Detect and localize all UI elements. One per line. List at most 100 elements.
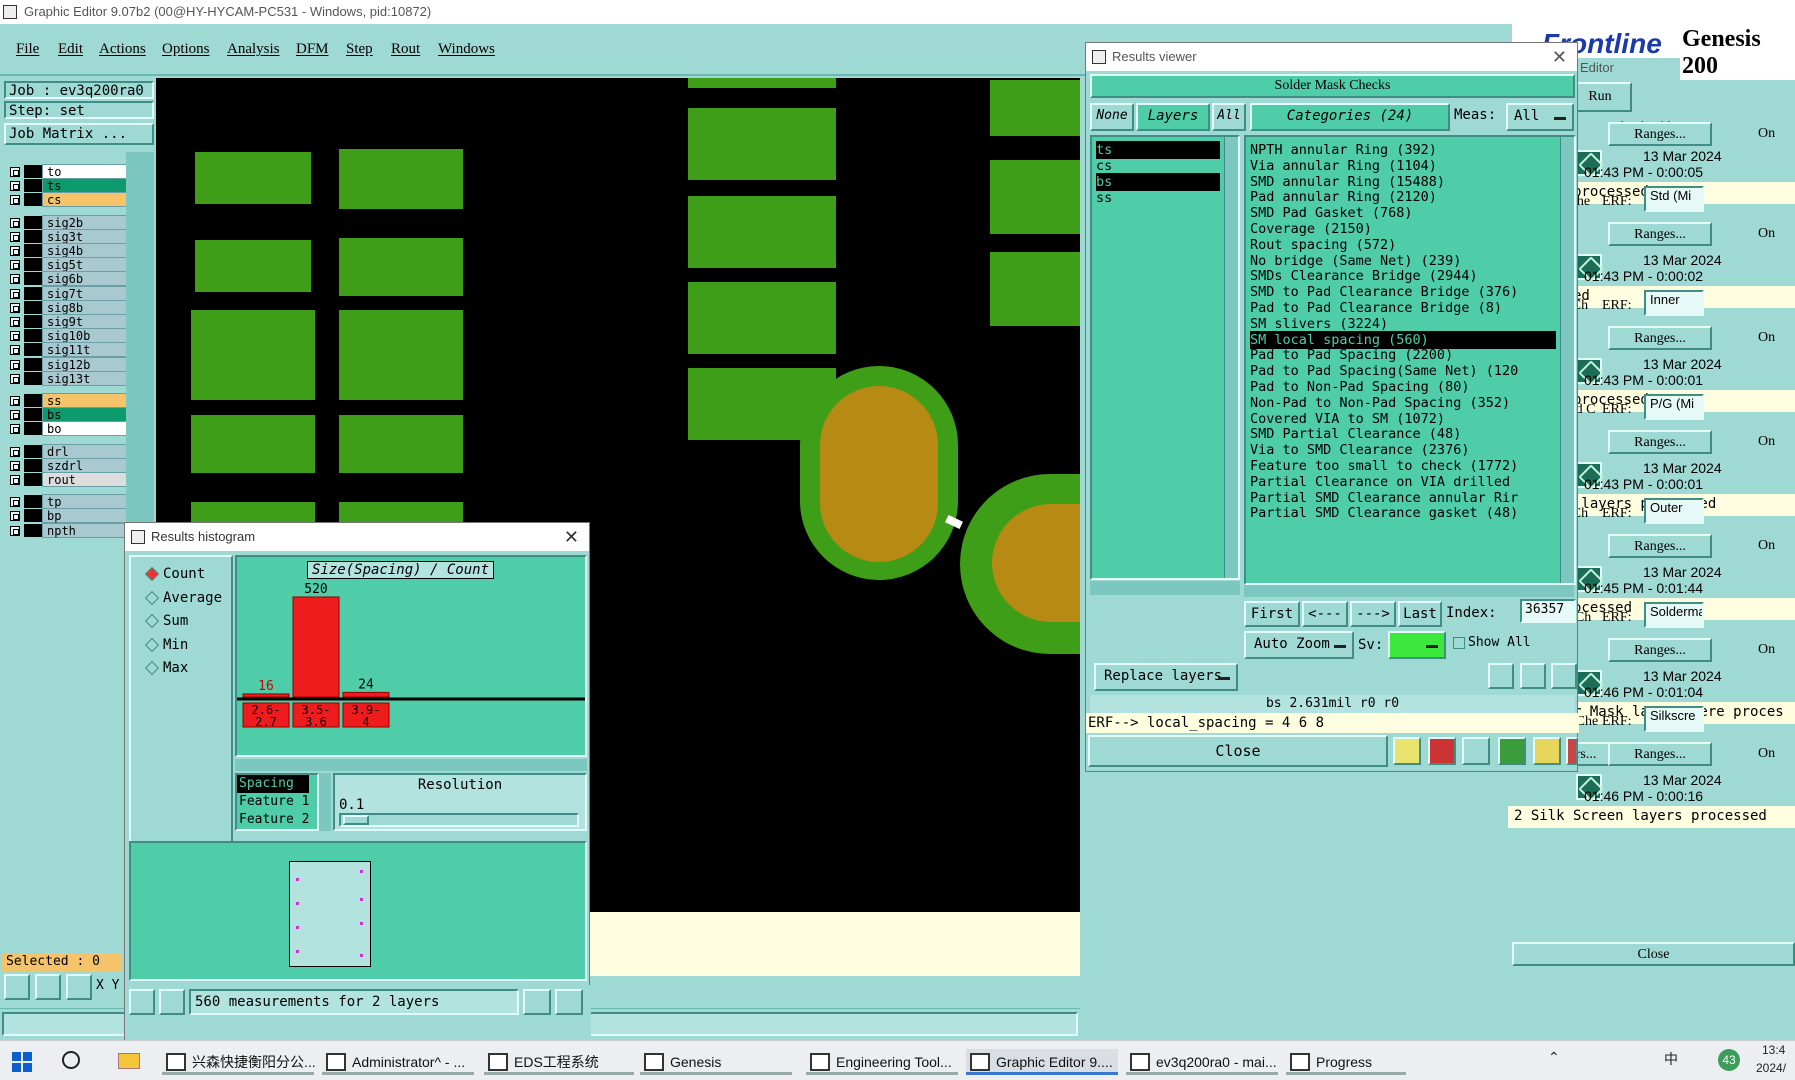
erf-value[interactable]: Std (Mi: [1644, 186, 1704, 212]
layer-row-10[interactable]: sig9t: [6, 314, 128, 329]
layer-checkbox[interactable]: [10, 460, 20, 471]
ref-icon[interactable]: [159, 989, 185, 1015]
erf-value[interactable]: P/G (Mi: [1644, 394, 1704, 420]
layer-checkbox[interactable]: [10, 345, 20, 356]
prev-icon[interactable]: [523, 989, 551, 1015]
layer-row-22[interactable]: bp: [6, 508, 128, 524]
meas-dropdown[interactable]: All: [1506, 103, 1574, 131]
spacing-item[interactable]: Feature 1: [237, 793, 317, 811]
category-list-scrollbar[interactable]: [1560, 137, 1574, 583]
resolution-slider[interactable]: [339, 813, 579, 827]
layer-checkbox[interactable]: [10, 359, 20, 370]
layer-row-15[interactable]: ss: [6, 393, 128, 408]
layer-row-11[interactable]: sig10b: [6, 328, 128, 344]
mode-radio-max[interactable]: Max: [145, 659, 188, 677]
clock-date[interactable]: 2024/: [1756, 1061, 1786, 1075]
histogram-bar[interactable]: [292, 596, 340, 698]
layer-row-2[interactable]: cs: [6, 192, 128, 208]
layer-checkbox[interactable]: [10, 410, 20, 421]
first-button[interactable]: First: [1244, 601, 1300, 627]
layer-checkbox[interactable]: [10, 195, 20, 206]
close-icon[interactable]: ✕: [564, 523, 579, 551]
layer-row-18[interactable]: drl: [6, 443, 128, 459]
layer-row-16[interactable]: bs: [6, 407, 128, 423]
layer-checkbox[interactable]: [10, 302, 20, 313]
layer-checkbox[interactable]: [10, 424, 20, 435]
tray-arrow-icon[interactable]: ⌃: [1548, 1049, 1560, 1066]
next-button[interactable]: --->: [1350, 601, 1396, 627]
layer-row-13[interactable]: sig12b: [6, 356, 128, 372]
all-button[interactable]: All: [1212, 103, 1246, 131]
ranges-button[interactable]: Ranges...: [1608, 742, 1712, 766]
taskbar-app[interactable]: Graphic Editor 9....: [966, 1049, 1118, 1075]
checklist-close-button[interactable]: Close: [1512, 942, 1795, 966]
mode-radio-average[interactable]: Average: [145, 589, 222, 607]
layer-checkbox[interactable]: [10, 181, 20, 192]
taskbar-app[interactable]: EDS工程系统: [484, 1049, 634, 1075]
last-button[interactable]: Last: [1398, 601, 1442, 627]
measure-tool-icon[interactable]: [35, 974, 61, 1000]
ranges-button[interactable]: Ranges...: [1608, 430, 1712, 454]
taskbar-app[interactable]: ev3q200ra0 - mai...: [1126, 1049, 1278, 1075]
windows-start-icon[interactable]: [12, 1052, 32, 1072]
layer-row-23[interactable]: npth: [6, 522, 128, 538]
highlight-icon[interactable]: [1428, 737, 1456, 765]
grid-tool-icon[interactable]: [66, 974, 92, 1000]
histogram-icon[interactable]: [1566, 737, 1578, 765]
clock-time[interactable]: 13:4: [1762, 1043, 1785, 1057]
zoom-tool-icon[interactable]: [4, 974, 30, 1000]
layer-row-9[interactable]: sig8b: [6, 299, 128, 315]
ranges-button[interactable]: Ranges...: [1608, 638, 1712, 662]
menu-analysis[interactable]: Analysis: [227, 41, 280, 58]
taskbar-app[interactable]: 兴森快捷衡阳分公...: [162, 1049, 316, 1075]
menu-step[interactable]: Step: [346, 41, 373, 58]
layer-row-5[interactable]: sig4b: [6, 243, 128, 258]
layer-row-1[interactable]: ts: [6, 178, 128, 194]
exclude-icon[interactable]: [1462, 737, 1490, 765]
notes-icon[interactable]: [1533, 737, 1561, 765]
layer-row-19[interactable]: szdrl: [6, 457, 128, 473]
menu-edit[interactable]: Edit: [58, 41, 83, 58]
del-icon[interactable]: [1488, 663, 1514, 689]
erf-value[interactable]: Outer: [1644, 498, 1704, 524]
erf-value[interactable]: Inner: [1644, 290, 1704, 316]
ranges-button[interactable]: Ranges...: [1608, 222, 1712, 246]
mode-radio-min[interactable]: Min: [145, 636, 188, 654]
layers-button[interactable]: Layers: [1136, 103, 1210, 131]
menu-file[interactable]: File: [16, 41, 39, 58]
layer-checkbox[interactable]: [10, 446, 20, 457]
file-explorer-icon[interactable]: [118, 1053, 140, 1069]
notification-badge[interactable]: 43: [1718, 1049, 1740, 1071]
category-item[interactable]: Partial SMD Clearance gasket (48): [1250, 504, 1556, 522]
layer-row-0[interactable]: to: [6, 164, 128, 179]
mode-radio-count[interactable]: Count: [145, 565, 205, 583]
layer-row-17[interactable]: bo: [6, 421, 128, 437]
layer-row-4[interactable]: sig3t: [6, 228, 128, 244]
layer-checkbox[interactable]: [10, 475, 20, 485]
spacing-list[interactable]: Spacing Feature 1 Feature 2: [235, 773, 319, 831]
layer-checkbox[interactable]: [10, 317, 20, 327]
spacing-item[interactable]: Feature 2: [237, 811, 317, 829]
measure-icon[interactable]: [1393, 737, 1421, 765]
layer-checkbox[interactable]: [10, 497, 20, 508]
rv-close-button[interactable]: Close: [1088, 735, 1388, 767]
layer-list-scrollbar[interactable]: [1224, 137, 1238, 578]
layer-checkbox[interactable]: [10, 511, 20, 522]
layer-row-6[interactable]: sig5t: [6, 257, 128, 273]
menu-rout[interactable]: Rout: [391, 41, 420, 58]
layer-checkbox[interactable]: [10, 231, 20, 242]
del-icon[interactable]: [129, 989, 155, 1015]
menu-dfm[interactable]: DFM: [296, 41, 329, 58]
resolution-slider-thumb[interactable]: [343, 815, 369, 825]
layer-checkbox[interactable]: [10, 288, 20, 299]
taskbar-app[interactable]: Progress: [1286, 1049, 1406, 1075]
category-list-hscroll[interactable]: [1244, 585, 1574, 597]
ranges-button[interactable]: Ranges...: [1608, 534, 1712, 558]
layer-row-20[interactable]: rout: [6, 472, 128, 487]
erf-value[interactable]: Silkscre: [1644, 706, 1704, 732]
job-matrix-button[interactable]: Job Matrix ...: [4, 123, 154, 145]
none-button[interactable]: None: [1090, 103, 1134, 131]
replace-layers-dropdown[interactable]: Replace layers: [1094, 663, 1238, 691]
spacing-item-selected[interactable]: Spacing: [237, 775, 309, 793]
auto-zoom-dropdown[interactable]: Auto Zoom: [1244, 631, 1354, 659]
